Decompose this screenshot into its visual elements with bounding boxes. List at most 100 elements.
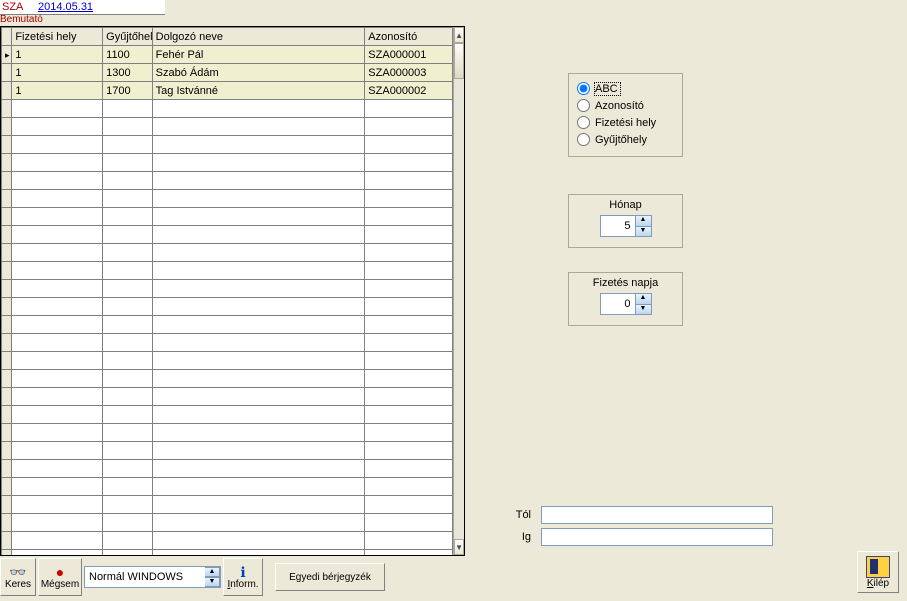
employee-grid[interactable]: Fizetési hely Gyűjtőhely Dolgozó neve Az… (0, 26, 465, 556)
grid-col-azonosito[interactable]: Azonosító (365, 28, 453, 46)
sort-radio-azonosito[interactable] (577, 99, 590, 112)
sort-label-fizetesihely: Fizetési hely (595, 117, 656, 129)
table-row-empty[interactable] (2, 154, 453, 172)
cell-azonosito[interactable]: SZA000003 (365, 64, 453, 82)
row-marker (2, 442, 12, 460)
table-row-empty[interactable] (2, 280, 453, 298)
table-row-empty[interactable] (2, 244, 453, 262)
table-row-empty[interactable] (2, 208, 453, 226)
combo-spin-down[interactable]: ▼ (205, 577, 220, 587)
table-row-empty[interactable] (2, 172, 453, 190)
table-row-empty[interactable] (2, 478, 453, 496)
scroll-up-button[interactable]: ▲ (454, 27, 464, 43)
month-spin-down[interactable]: ▼ (635, 226, 651, 237)
table-row-empty[interactable] (2, 442, 453, 460)
table-row-empty[interactable] (2, 298, 453, 316)
table-row-empty[interactable] (2, 460, 453, 478)
combo-spin-up[interactable]: ▲ (205, 567, 220, 577)
grid-col-gyujtohely[interactable]: Gyűjtőhely (103, 28, 153, 46)
sort-option-fizetesihely[interactable]: Fizetési hely (577, 114, 674, 131)
cell-dolgozoneve[interactable]: Szabó Ádám (152, 64, 365, 82)
style-combo[interactable]: ▲ ▼ (84, 566, 221, 588)
sort-option-azonosito[interactable]: Azonosító (577, 97, 674, 114)
range-to-label: Ig (507, 531, 531, 543)
cell-gyujtohely[interactable]: 1700 (103, 82, 153, 100)
table-row[interactable]: 11700Tag IstvánnéSZA000002 (2, 82, 453, 100)
table-row-empty[interactable] (2, 496, 453, 514)
scroll-thumb[interactable] (454, 43, 464, 79)
table-row-empty[interactable] (2, 550, 453, 556)
table-row-empty[interactable] (2, 532, 453, 550)
sort-radio-abc[interactable] (577, 82, 590, 95)
table-row-empty[interactable] (2, 352, 453, 370)
table-row[interactable]: 11300Szabó ÁdámSZA000003 (2, 64, 453, 82)
sort-panel: ABC Azonosító Fizetési hely Gyűjtőhely (568, 73, 683, 157)
megsem-button[interactable]: ● Mégsem (38, 558, 82, 596)
cell-fizetesihely[interactable]: 1 (12, 82, 103, 100)
table-row-empty[interactable] (2, 514, 453, 532)
row-marker (2, 424, 12, 442)
row-marker (2, 154, 12, 172)
table-row-empty[interactable] (2, 100, 453, 118)
table-row-empty[interactable] (2, 334, 453, 352)
grid-scrollbar[interactable]: ▲ ▼ (453, 27, 464, 555)
header-code: SZA (0, 1, 38, 13)
combo-spin[interactable]: ▲ ▼ (205, 567, 220, 587)
month-input[interactable] (601, 216, 635, 236)
grid-col-fizetesihely[interactable]: Fizetési hely (12, 28, 103, 46)
month-field[interactable]: ▲ ▼ (600, 215, 652, 237)
table-row-empty[interactable] (2, 118, 453, 136)
table-row-empty[interactable] (2, 136, 453, 154)
row-marker (2, 478, 12, 496)
exit-door-icon (866, 556, 890, 578)
row-marker (2, 208, 12, 226)
sort-option-gyujtohely[interactable]: Gyűjtőhely (577, 131, 674, 148)
month-spin-up[interactable]: ▲ (635, 216, 651, 226)
style-combo-input[interactable] (85, 571, 205, 583)
range-to-input[interactable] (541, 528, 773, 546)
keres-label: Keres (5, 579, 31, 590)
payday-input[interactable] (601, 294, 635, 314)
scroll-down-button[interactable]: ▼ (454, 539, 464, 555)
row-marker (2, 190, 12, 208)
row-marker (2, 352, 12, 370)
range-from-input[interactable] (541, 506, 773, 524)
cell-azonosito[interactable]: SZA000001 (365, 46, 453, 64)
sort-radio-gyujtohely[interactable] (577, 133, 590, 146)
cell-dolgozoneve[interactable]: Fehér Pál (152, 46, 365, 64)
sort-label-abc: ABC (595, 83, 620, 95)
table-row-empty[interactable] (2, 226, 453, 244)
sort-radio-fizetesihely[interactable] (577, 116, 590, 129)
kilep-button[interactable]: Kilép (857, 551, 899, 593)
table-row-empty[interactable] (2, 370, 453, 388)
cell-dolgozoneve[interactable]: Tag Istvánné (152, 82, 365, 100)
egyedi-berjegyzek-button[interactable]: Egyedi bérjegyzék (275, 563, 385, 591)
kilep-label: Kilép (867, 578, 889, 589)
payday-spin-up[interactable]: ▲ (635, 294, 651, 304)
header-date[interactable]: 2014.05.31 (38, 1, 93, 13)
cell-azonosito[interactable]: SZA000002 (365, 82, 453, 100)
cell-gyujtohely[interactable]: 1300 (103, 64, 153, 82)
table-row-empty[interactable] (2, 262, 453, 280)
header-bar: SZA 2014.05.31 (0, 0, 165, 15)
table-row[interactable]: 11100Fehér PálSZA000001 (2, 46, 453, 64)
keres-button[interactable]: 👓 Keres (0, 558, 36, 596)
table-row-empty[interactable] (2, 406, 453, 424)
row-marker (2, 136, 12, 154)
cell-fizetesihely[interactable]: 1 (12, 46, 103, 64)
sort-option-abc[interactable]: ABC (577, 80, 674, 97)
payday-spin-down[interactable]: ▼ (635, 304, 651, 315)
grid-header-row: Fizetési hely Gyűjtőhely Dolgozó neve Az… (2, 28, 453, 46)
table-row-empty[interactable] (2, 424, 453, 442)
cell-fizetesihely[interactable]: 1 (12, 64, 103, 82)
table-row-empty[interactable] (2, 316, 453, 334)
table-row-empty[interactable] (2, 388, 453, 406)
row-marker (2, 172, 12, 190)
payday-field[interactable]: ▲ ▼ (600, 293, 652, 315)
sort-label-gyujtohely: Gyűjtőhely (595, 134, 647, 146)
table-row-empty[interactable] (2, 190, 453, 208)
scroll-track[interactable] (454, 43, 464, 539)
cell-gyujtohely[interactable]: 1100 (103, 46, 153, 64)
inform-button[interactable]: ℹ Inform. (223, 558, 263, 596)
grid-col-dolgozoneve[interactable]: Dolgozó neve (152, 28, 365, 46)
